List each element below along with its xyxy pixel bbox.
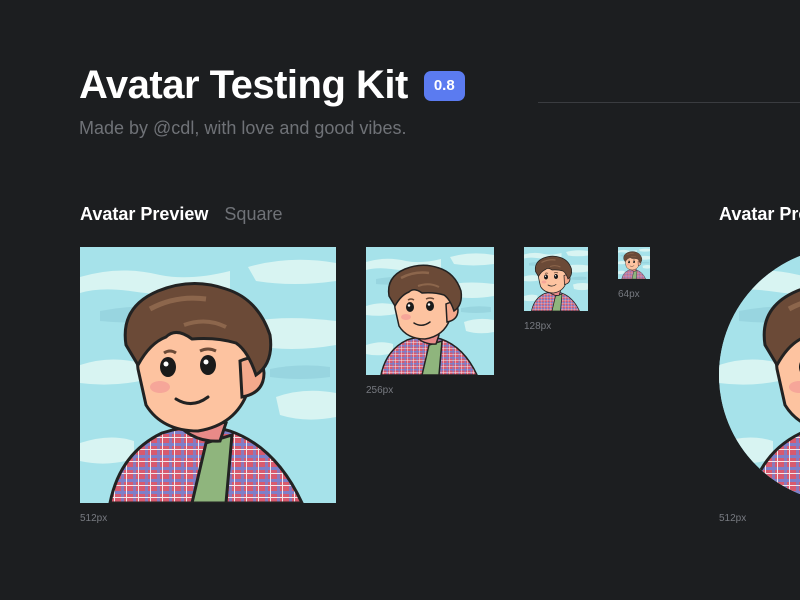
header-divider [538,102,800,103]
avatar-preview-512-square [80,247,336,503]
section-title: Avatar Preview [80,204,209,224]
cartoon-portrait-icon [618,247,650,279]
square-preview-heading: Avatar Preview Square [80,204,282,225]
size-label-128: 128px [524,321,552,332]
version-badge: 0.8 [423,71,465,101]
cartoon-portrait-icon [524,247,588,311]
cartoon-portrait-icon [366,247,494,375]
size-label-64: 64px [618,289,640,300]
section-shape-label: Square [224,204,283,224]
avatar-preview-256-square [366,247,494,375]
avatar-testing-kit-page: Avatar Testing Kit 0.8 Made by @cdl, wit… [0,0,800,600]
cartoon-portrait-icon [80,247,336,503]
header: Avatar Testing Kit 0.8 [79,60,465,110]
section-title: Avatar Preview [719,204,800,224]
circle-preview-heading: Avatar Preview [719,204,800,225]
app-title: Avatar Testing Kit [79,63,408,107]
avatar-preview-512-circle [719,247,800,503]
size-label-256: 256px [366,385,394,396]
avatar-preview-64-square [618,247,650,279]
avatar-preview-128-square [524,247,588,311]
size-label-512-circle: 512px [719,513,747,524]
size-label-512: 512px [80,513,108,524]
cartoon-portrait-icon [719,247,800,503]
header-subtitle: Made by @cdl, with love and good vibes. [79,118,407,138]
